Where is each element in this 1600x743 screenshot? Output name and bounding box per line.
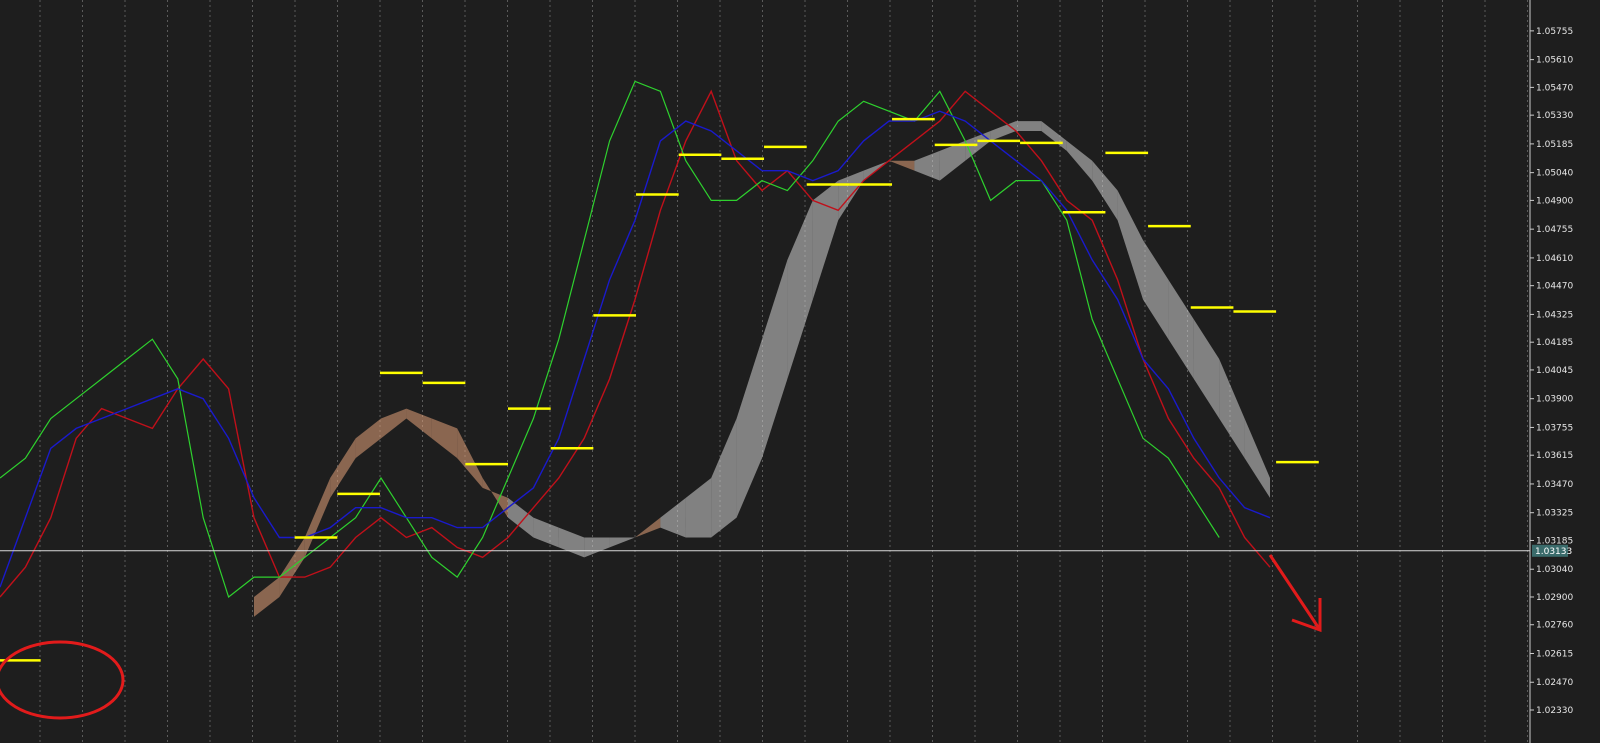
- axis-tick-label: 1.03900: [1536, 395, 1573, 405]
- axis-tick-label: 1.04900: [1536, 196, 1573, 206]
- axis-tick-label: 1.05610: [1536, 56, 1573, 66]
- axis-tick-label: 1.04610: [1536, 254, 1573, 264]
- axis-tick-label: 1.03615: [1536, 451, 1573, 461]
- axis-tick-label: 1.04755: [1536, 225, 1573, 235]
- axis-tick-label: 1.04045: [1536, 366, 1573, 376]
- axis-tick-label: 1.03040: [1536, 565, 1573, 575]
- axis-tick-label: 1.05040: [1536, 169, 1573, 179]
- current-price-tag: 1.03133: [1532, 544, 1572, 557]
- axis-tick-label: 1.03755: [1536, 423, 1573, 433]
- axis-tick-label: 1.05185: [1536, 140, 1573, 150]
- axis-tick-label: 1.02330: [1536, 706, 1573, 716]
- ichimoku-forex-chart: 1.05755 1.05610 1.05470 1.05330 1.05185 1.050…: [0, 0, 1600, 743]
- axis-tick-label: 1.04470: [1536, 282, 1573, 292]
- chart-background: [0, 0, 1600, 743]
- axis-tick-label: 1.02760: [1536, 621, 1573, 631]
- axis-tick-label: 1.02470: [1536, 678, 1573, 688]
- axis-tick-label: 1.05470: [1536, 83, 1573, 93]
- cloud-segment: [1016, 121, 1042, 132]
- axis-tick-label: 1.03325: [1536, 509, 1573, 519]
- axis-tick-label: 1.03470: [1536, 480, 1573, 490]
- axis-tick-label: 1.04185: [1536, 338, 1573, 348]
- axis-tick-label: 1.02900: [1536, 593, 1573, 603]
- axis-tick-label: 1.04325: [1536, 310, 1573, 320]
- axis-tick-label: 1.05330: [1536, 111, 1573, 121]
- axis-tick-label: 1.02615: [1536, 649, 1573, 659]
- current-price-label: 1.03133: [1535, 547, 1572, 557]
- axis-tick-label: 1.05755: [1536, 27, 1573, 37]
